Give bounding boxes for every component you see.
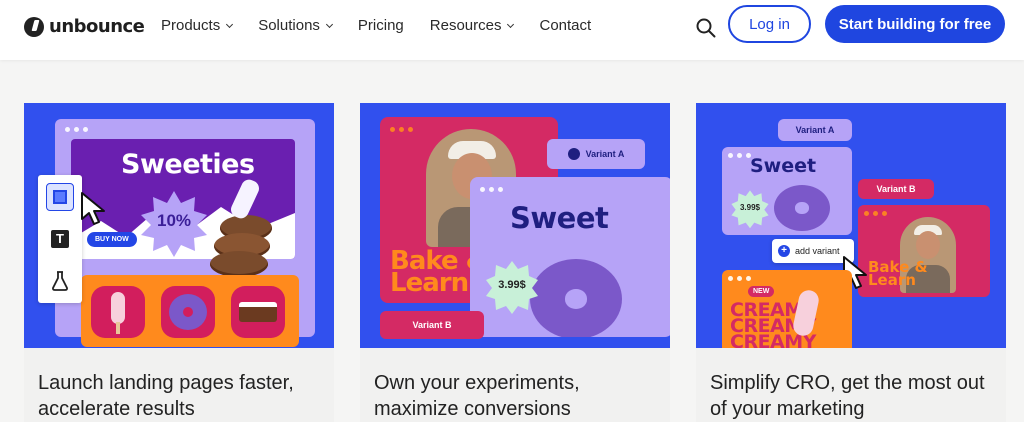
donut-image — [530, 259, 622, 337]
chevron-down-icon — [226, 20, 234, 28]
menu-item-label: Solutions — [258, 17, 320, 34]
start-building-button[interactable]: Start building for free — [825, 5, 1005, 43]
variant-a-tag: Variant A — [778, 119, 852, 141]
menu-item-label: Products — [161, 17, 221, 34]
feature-card-experiments[interactable]: Bake & Learn Variant A Sweet 3.99$ Varia… — [360, 103, 670, 422]
card-illustration: Variant A Sweet 3.99$ Variant B Bake & L… — [696, 103, 1006, 348]
new-badge: NEW — [748, 286, 775, 297]
menu-item-solutions[interactable]: Solutions — [258, 17, 333, 34]
sweet-title: Sweet — [510, 201, 609, 235]
donut-image — [774, 185, 830, 231]
menu-item-contact[interactable]: Contact — [539, 17, 591, 34]
price-label: 3.99$ — [498, 279, 526, 291]
unbounce-logo-mark-icon — [24, 16, 44, 37]
text-icon: T — [46, 225, 74, 253]
card-caption: Launch landing pages faster, accelerate … — [24, 348, 334, 422]
logo-text: unbounce — [49, 16, 145, 37]
sweeties-title: Sweeties — [121, 149, 255, 180]
feature-card-cro[interactable]: Variant A Sweet 3.99$ Variant B Bake & L… — [696, 103, 1006, 422]
layout-icon — [46, 183, 74, 211]
window-dots — [65, 127, 88, 132]
plus-icon: + — [778, 245, 790, 257]
product-tile — [91, 286, 145, 338]
creamy-window: NEW CREAMY CREAMY CREAMY — [722, 270, 852, 348]
variant-b-window: Bake & Learn — [858, 205, 990, 297]
product-row — [81, 275, 299, 347]
menu-item-products[interactable]: Products — [161, 17, 234, 34]
mouse-cursor-icon — [81, 192, 105, 225]
product-tile — [161, 286, 215, 338]
menu-item-label: Resources — [429, 17, 502, 34]
variant-icon — [567, 148, 580, 160]
menu-item-label: Pricing — [357, 17, 404, 34]
main-menu: Products Solutions Pricing Resources Con… — [161, 17, 617, 34]
buy-now-button: BUY NOW — [87, 232, 137, 247]
variant-a-tag: Variant A — [547, 139, 645, 169]
price-label: 3.99$ — [739, 203, 761, 212]
menu-item-pricing[interactable]: Pricing — [358, 17, 404, 34]
sweet-title: Sweet — [750, 155, 817, 177]
cookie-image — [210, 251, 268, 277]
card-caption: Simplify CRO, get the most out of your m… — [696, 348, 1006, 422]
variant-b-tag: Variant B — [858, 179, 934, 199]
menu-item-resources[interactable]: Resources — [429, 17, 515, 34]
login-button[interactable]: Log in — [728, 5, 811, 43]
chevron-down-icon — [325, 20, 333, 28]
feature-card-launch[interactable]: Sweeties 10% BUY NOW T Launch landing pa… — [24, 103, 334, 422]
discount-label: 10% — [156, 211, 192, 230]
top-navigation: unbounce Products Solutions Pricing Reso… — [0, 0, 1024, 60]
chocolate-bar-image — [239, 302, 277, 322]
editor-toolbar: T — [38, 175, 82, 303]
variant-b-tag: Variant B — [380, 311, 484, 339]
chevron-down-icon — [507, 20, 515, 28]
menu-item-label: Contact — [539, 17, 592, 34]
popsicle-image — [791, 288, 821, 338]
unbounce-logo[interactable]: unbounce — [24, 16, 145, 37]
creamy-text: CREAMY — [730, 331, 816, 349]
flask-icon — [46, 267, 74, 295]
search-icon[interactable] — [694, 16, 718, 40]
card-illustration: Sweeties 10% BUY NOW T — [24, 103, 334, 348]
product-tile — [231, 286, 285, 338]
card-illustration: Bake & Learn Variant A Sweet 3.99$ Varia… — [360, 103, 670, 348]
popsicle-image — [111, 292, 125, 324]
card-caption: Own your experiments, maximize conversio… — [360, 348, 670, 422]
bake-and-learn-text: Bake & Learn — [868, 258, 928, 289]
